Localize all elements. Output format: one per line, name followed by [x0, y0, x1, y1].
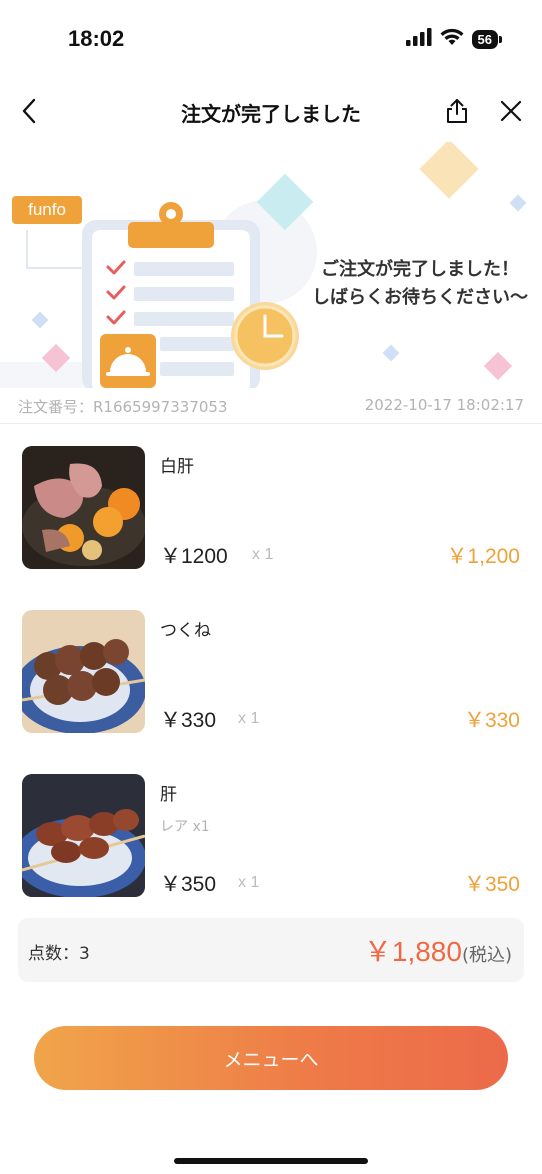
item-quantity: x 1 — [252, 546, 274, 563]
item-photo — [22, 446, 145, 569]
item-name: 白肝 — [160, 457, 194, 477]
item-quantity: x 1 — [238, 874, 260, 891]
order-datetime: 2022-10-17 18:02:17 — [364, 396, 524, 414]
order-total: ￥1,880 (税込) — [364, 930, 512, 970]
tax-note: (税込) — [461, 945, 512, 966]
banner-message: ご注文が完了しました！ しばらくお待ちください〜 — [312, 256, 528, 312]
item-subtotal: ￥350 — [463, 873, 520, 896]
item-price: ￥1200 — [160, 545, 228, 568]
share-icon — [447, 99, 467, 123]
nav-bar: 注文が完了しました — [0, 80, 542, 142]
list-item: 白肝 ￥1200 x 1 ￥1,200 — [0, 438, 542, 602]
item-option: レア x1 — [160, 819, 210, 835]
status-time: 18:02 — [68, 26, 125, 51]
wifi-icon — [440, 28, 464, 50]
status-bar: 18:02 56 — [0, 0, 542, 80]
menu-button[interactable]: メニューへ — [34, 1026, 508, 1090]
order-complete-banner: funfo ご注文が完了しました！ しばらくお待ちください〜 — [0, 142, 542, 388]
item-subtotal: ￥1,200 — [446, 545, 520, 568]
item-photo — [22, 774, 145, 897]
item-photo — [22, 610, 145, 733]
banner-message-line2: しばらくお待ちください〜 — [312, 287, 528, 308]
order-items-list: 白肝 ￥1200 x 1 ￥1,200 つくね ￥330 x 1 ￥330 肝 … — [0, 438, 542, 930]
item-count: 点数：3 — [28, 944, 90, 964]
item-name: 肝 — [160, 785, 177, 805]
list-item: 肝 レア x1 ￥350 x 1 ￥350 — [0, 766, 542, 930]
status-icons: 56 — [405, 28, 503, 50]
close-button[interactable] — [496, 94, 526, 128]
order-number: 注文番号：R1665997337053 — [18, 398, 228, 416]
list-item: つくね ￥330 x 1 ￥330 — [0, 602, 542, 766]
signal-icon — [405, 28, 432, 50]
close-icon — [500, 100, 522, 122]
banner-message-line1: ご注文が完了しました！ — [321, 259, 519, 280]
brand-logo: funfo — [12, 196, 82, 224]
item-subtotal: ￥330 — [463, 709, 520, 732]
order-info: 注文番号：R1665997337053 2022-10-17 18:02:17 — [0, 388, 542, 424]
share-button[interactable] — [442, 94, 472, 128]
home-indicator — [174, 1158, 368, 1164]
item-price: ￥330 — [160, 709, 217, 732]
order-summary: 点数：3 ￥1,880 (税込) — [18, 918, 524, 982]
battery-indicator: 56 — [471, 29, 503, 49]
item-quantity: x 1 — [238, 710, 260, 727]
item-name: つくね — [160, 621, 211, 641]
item-price: ￥350 — [160, 873, 217, 896]
total-amount: ￥1,880 — [363, 936, 462, 967]
